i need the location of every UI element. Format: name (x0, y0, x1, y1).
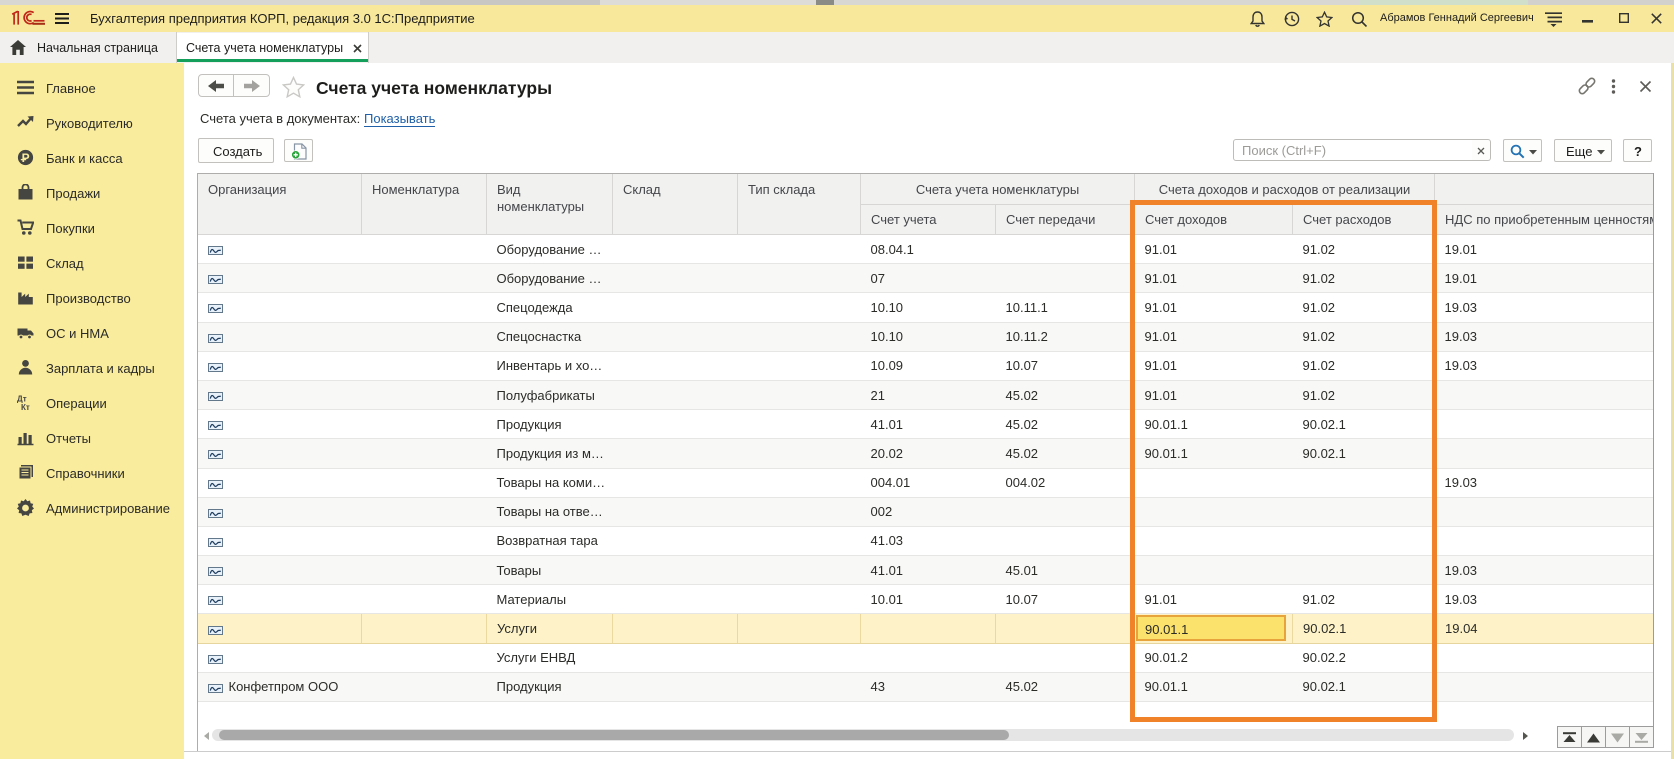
svg-text:Кт: Кт (21, 403, 30, 411)
svg-text:P: P (22, 151, 30, 165)
